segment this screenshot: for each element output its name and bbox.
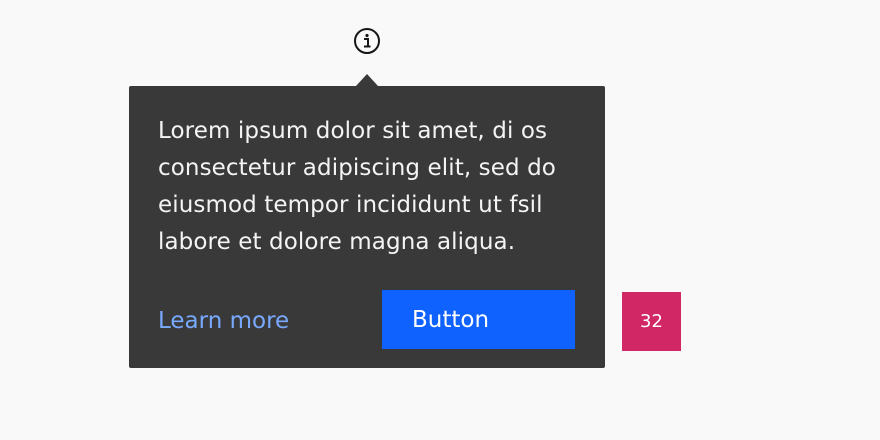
tooltip-caret xyxy=(356,74,378,86)
spacing-badge: 32 xyxy=(622,292,681,351)
primary-button[interactable]: Button xyxy=(382,290,575,349)
tooltip-popover: Lorem ipsum dolor sit amet, di os consec… xyxy=(129,86,605,368)
information-icon[interactable] xyxy=(353,27,381,55)
learn-more-link[interactable]: Learn more xyxy=(158,304,289,338)
tooltip-body-text: Lorem ipsum dolor sit amet, di os consec… xyxy=(158,118,556,255)
